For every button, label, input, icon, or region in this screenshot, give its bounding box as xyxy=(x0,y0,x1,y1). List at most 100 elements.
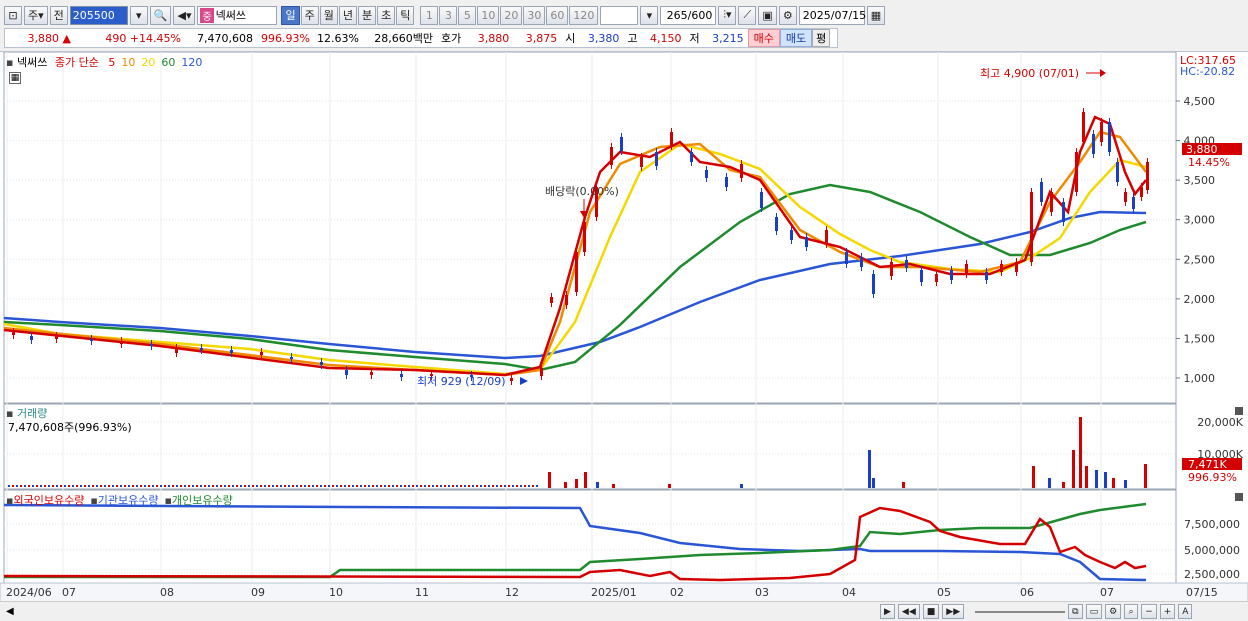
sell-button[interactable]: 매도 xyxy=(779,29,813,47)
period-button[interactable]: 년 xyxy=(338,5,357,25)
period-button[interactable]: 월 xyxy=(319,5,338,25)
bottom-scrollbar[interactable]: ◀ ▶ ◀◀ ■ ▶▶ ⧉ ▭ ⚙ ⌕ − + A xyxy=(0,601,1248,621)
fast-forward-icon[interactable]: ▶▶ xyxy=(942,604,965,619)
period-button[interactable]: 초 xyxy=(377,5,396,25)
gear-icon[interactable]: ⚙ xyxy=(778,5,797,25)
volume-bar xyxy=(12,485,14,487)
volume-bar xyxy=(280,485,282,487)
volume-bar xyxy=(264,485,266,487)
period-button[interactable]: 일 xyxy=(281,5,300,25)
x-axis-label: 06 xyxy=(1020,586,1034,599)
volume-bar xyxy=(288,485,290,487)
candle-body xyxy=(583,222,586,252)
stock-name-field[interactable]: 중 넥써쓰 xyxy=(197,5,278,25)
volume-bar xyxy=(64,485,66,487)
window-icon[interactable]: ▭ xyxy=(1085,604,1103,619)
period-button[interactable]: 주 xyxy=(300,5,319,25)
volume-bar xyxy=(575,479,578,488)
interval-button[interactable]: 3 xyxy=(439,5,458,25)
candle-body xyxy=(965,264,968,274)
calendar-icon[interactable]: ▦ xyxy=(866,5,886,25)
interval-button[interactable]: 30 xyxy=(523,5,546,25)
volume-bar xyxy=(108,485,110,487)
volume-bar xyxy=(396,485,398,487)
candle-body xyxy=(860,257,863,267)
speaker-icon[interactable]: ◀▾ xyxy=(173,5,196,25)
candle-body xyxy=(1000,264,1003,272)
date-input[interactable]: 2025/07/15 xyxy=(798,5,866,25)
candle-body xyxy=(200,348,203,350)
volume-bar xyxy=(408,485,410,487)
x-axis-label: 12 xyxy=(505,586,519,599)
volume-bar xyxy=(8,485,10,487)
period-button[interactable]: 분 xyxy=(357,5,377,25)
zoom-in-icon[interactable]: + xyxy=(1159,604,1176,619)
interval-button[interactable]: 10 xyxy=(477,5,500,25)
zoom-slider[interactable] xyxy=(975,611,1066,613)
dropdown-arrow-icon[interactable]: ▾ xyxy=(129,5,148,25)
buy-button[interactable]: 매수 xyxy=(747,29,780,47)
zoom-out-icon[interactable]: − xyxy=(1141,604,1157,619)
rewind-icon[interactable]: ◀◀ xyxy=(897,604,920,619)
volume-bar xyxy=(148,485,150,487)
volume-bar xyxy=(356,485,358,487)
candle-body xyxy=(775,217,778,231)
interval-button[interactable]: 5 xyxy=(458,5,477,25)
candle-body xyxy=(620,137,623,151)
chart-canvas[interactable]: 4,5004,0003,5003,0002,5002,0001,5001,000… xyxy=(0,51,1248,603)
volume-bar xyxy=(152,485,154,487)
market-select[interactable]: 주 ▾ xyxy=(24,5,48,25)
chart-area[interactable]: 4,500 4,000 3,500 3,000 2,500 2,000 1,500 1,000… xyxy=(0,51,1248,603)
market-label: 주 xyxy=(28,9,39,22)
save-icon[interactable]: ▣ xyxy=(758,5,777,25)
x-axis-label: 07 xyxy=(62,586,76,599)
interval-button[interactable]: 20 xyxy=(500,5,523,25)
count-input[interactable]: 265/600 xyxy=(660,5,717,25)
interval-button[interactable]: 60 xyxy=(546,5,569,25)
flat-button[interactable]: 평 xyxy=(812,29,831,47)
volume-bar xyxy=(512,485,514,487)
stock-code-input[interactable]: 205500 xyxy=(69,5,128,25)
settings-icon[interactable]: ⚙ xyxy=(1105,604,1122,619)
volume-bar xyxy=(416,485,418,487)
stop-icon[interactable]: ■ xyxy=(922,604,940,619)
interval-button[interactable]: 1 xyxy=(420,5,439,25)
volume-bar xyxy=(96,485,98,487)
candle-body xyxy=(905,260,908,268)
volume-bar xyxy=(164,485,166,487)
current-pct-label: 14.45% xyxy=(1188,156,1230,169)
window-icon[interactable]: ⊡ xyxy=(4,5,22,25)
search-icon[interactable]: 🔍 xyxy=(149,5,172,25)
candle-body xyxy=(55,336,58,339)
volume-bar xyxy=(24,485,26,487)
candle-body xyxy=(370,372,373,375)
scroll-left-icon[interactable]: ◀ xyxy=(6,606,14,617)
candle-type-icon[interactable]: ⫶▾ xyxy=(718,5,737,25)
candle-body xyxy=(565,295,568,305)
interval-custom-input[interactable] xyxy=(600,5,639,25)
volume-bar xyxy=(248,485,250,487)
volume-bar xyxy=(612,484,615,488)
volume-bar xyxy=(104,485,106,487)
volume-bar xyxy=(584,472,587,488)
interval-button[interactable]: 120 xyxy=(569,5,599,25)
volume-bar xyxy=(184,485,186,487)
prev-button[interactable]: 전 xyxy=(49,5,68,25)
play-icon[interactable]: ▶ xyxy=(880,604,895,619)
volume-bar xyxy=(240,485,242,487)
candle-body xyxy=(1124,192,1127,202)
draw-tool-icon[interactable]: ⟋ xyxy=(738,5,757,25)
x-axis-label: 09 xyxy=(251,586,265,599)
ma-legend: 5 10 20 60 120 xyxy=(102,56,202,69)
candle-body xyxy=(985,272,988,280)
volume-bar xyxy=(196,485,198,487)
text-icon[interactable]: A xyxy=(1178,604,1193,619)
volume-bar xyxy=(388,485,390,487)
volume-bar xyxy=(44,485,46,487)
dropdown-arrow-icon[interactable]: ▾ xyxy=(640,5,659,25)
table-icon[interactable]: ▦ xyxy=(9,72,21,84)
volume-bar xyxy=(212,485,214,487)
search-icon[interactable]: ⌕ xyxy=(1124,604,1139,619)
copy-icon[interactable]: ⧉ xyxy=(1068,604,1083,619)
period-button[interactable]: 틱 xyxy=(396,5,415,25)
